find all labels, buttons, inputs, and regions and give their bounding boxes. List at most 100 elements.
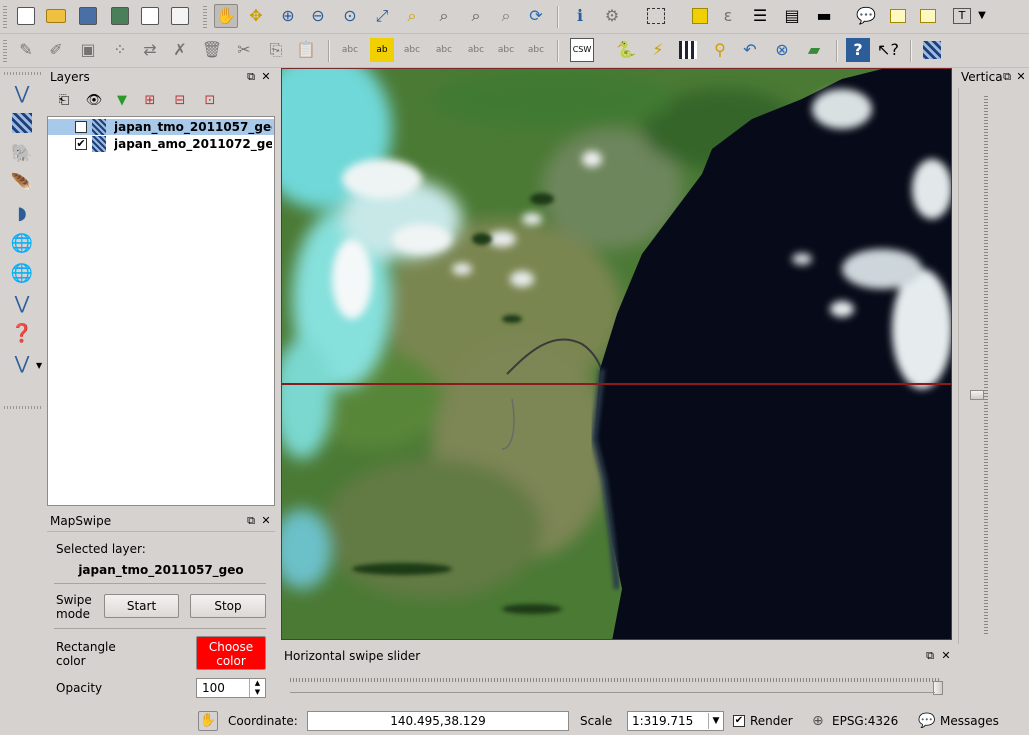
layer-visibility-checkbox[interactable]	[75, 121, 87, 133]
zoom-out-icon[interactable]: ⊖	[306, 4, 330, 28]
crs-button[interactable]: EPSG:4326	[832, 714, 898, 728]
new-bookmark-icon[interactable]	[886, 4, 910, 28]
spin-up-icon[interactable]: ▲	[249, 679, 265, 688]
move-feature-icon[interactable]: ⇄	[138, 38, 162, 62]
new-print-composer-icon[interactable]	[138, 4, 162, 28]
visibility-eye-icon[interactable]: 👁	[82, 88, 106, 112]
pin-label-icon[interactable]: abc	[400, 38, 424, 62]
toolbar-handle[interactable]	[3, 40, 7, 62]
export-icon[interactable]: ▰	[802, 38, 826, 62]
horizontal-slider-track[interactable]	[290, 678, 940, 682]
new-shapefile-layer-icon[interactable]: ⋁	[8, 350, 36, 376]
toggle-edit-icon[interactable]: ✎	[14, 38, 38, 62]
remove-layer-icon[interactable]: ⊡	[198, 88, 222, 112]
help-icon[interactable]: ?	[846, 38, 870, 62]
label-icon[interactable]: abc	[338, 38, 362, 62]
opacity-spinbox[interactable]: 100 ▲ ▼	[196, 678, 266, 698]
chevron-down-icon[interactable]: ▼	[36, 361, 42, 370]
map-tips-icon[interactable]: 💬	[854, 4, 878, 28]
coordinate-field[interactable]: 140.495,38.129	[307, 711, 569, 731]
pan-icon[interactable]: ✋	[214, 4, 238, 28]
rotate-label-icon[interactable]: abc	[494, 38, 518, 62]
add-wms-layer-icon[interactable]: 🌐	[8, 230, 36, 256]
action-icon[interactable]: ⚙	[600, 4, 624, 28]
qrcode-icon[interactable]	[676, 38, 700, 62]
float-panel-icon[interactable]: ⧉	[924, 649, 936, 663]
save-project-icon[interactable]	[76, 4, 100, 28]
plugin-wand-icon[interactable]: ⚡	[646, 38, 670, 62]
filter-icon[interactable]: ▼	[110, 88, 134, 112]
paste-icon[interactable]: 📋	[294, 38, 318, 62]
zoom-to-selection-icon[interactable]: ⌕	[400, 4, 424, 28]
toolbar-handle[interactable]	[4, 406, 42, 409]
close-icon[interactable]: ✕	[1015, 70, 1027, 84]
float-panel-icon[interactable]: ⧉	[245, 514, 257, 528]
close-icon[interactable]: ✕	[940, 649, 952, 663]
zoom-to-layer-icon[interactable]: ⌕	[432, 4, 456, 28]
identify-icon[interactable]: ℹ	[568, 4, 592, 28]
layer-row-japan-tmo[interactable]: japan_tmo_2011057_geo	[48, 119, 274, 135]
zoom-last-icon[interactable]: ⌕	[464, 4, 488, 28]
copy-icon[interactable]: ⎘	[264, 38, 288, 62]
save-as-icon[interactable]	[108, 4, 132, 28]
expand-all-icon[interactable]: ⊞	[138, 88, 162, 112]
spin-down-icon[interactable]: ▼	[249, 688, 265, 697]
toolbar-handle[interactable]	[3, 6, 7, 28]
vertical-slider-track[interactable]	[984, 96, 988, 636]
attribute-table-icon[interactable]: ☰	[748, 4, 772, 28]
stop-button[interactable]: Stop	[190, 594, 266, 618]
zoom-full-icon[interactable]: ⤢	[370, 4, 394, 28]
add-wfs-layer-icon[interactable]: ⋁	[8, 290, 36, 316]
whats-this-icon[interactable]: ↖?	[876, 38, 900, 62]
mapswipe-plugin-icon[interactable]	[920, 38, 944, 62]
add-wcs-layer-icon[interactable]: 🌐	[8, 260, 36, 286]
georeferencer-icon[interactable]: ⚲	[708, 38, 732, 62]
zoom-next-icon[interactable]: ⌕	[494, 4, 518, 28]
add-raster-layer-icon[interactable]	[8, 110, 36, 136]
add-feature-icon[interactable]: ⁘	[108, 38, 132, 62]
layer-visibility-checkbox[interactable]: ✔	[75, 138, 87, 150]
toolbar-handle[interactable]	[4, 72, 42, 75]
layers-tree[interactable]: japan_tmo_2011057_geo ✔ japan_amo_201107…	[47, 116, 275, 506]
show-label-icon[interactable]: abc	[432, 38, 456, 62]
composer-manager-icon[interactable]	[168, 4, 192, 28]
float-panel-icon[interactable]: ⧉	[1001, 70, 1013, 84]
pan-to-selection-icon[interactable]: ✥	[244, 4, 268, 28]
new-project-icon[interactable]	[14, 4, 38, 28]
layer-row-japan-amo[interactable]: ✔ japan_amo_2011072_geo	[48, 136, 274, 152]
map-canvas[interactable]	[281, 68, 952, 640]
refresh-icon[interactable]: ⟳	[524, 4, 548, 28]
label-highlight-icon[interactable]: ab	[370, 38, 394, 62]
csw-icon[interactable]: CSW	[570, 38, 594, 62]
add-mssql-layer-icon[interactable]: ◗	[8, 200, 36, 226]
save-edits-icon[interactable]: ▣	[76, 38, 100, 62]
add-delimited-text-layer-icon[interactable]: ❓	[8, 320, 36, 346]
undo-icon[interactable]: ↶	[738, 38, 762, 62]
choose-color-button[interactable]: Choose color	[196, 636, 266, 670]
zoom-in-icon[interactable]: ⊕	[276, 4, 300, 28]
globe-icon[interactable]: ⊕	[812, 713, 824, 729]
chevron-down-icon[interactable]: ▼	[708, 713, 723, 729]
collapse-all-icon[interactable]: ⊟	[168, 88, 192, 112]
close-icon[interactable]: ✕	[260, 70, 272, 84]
edit-pencil-icon[interactable]: ✐	[44, 38, 68, 62]
select-icon[interactable]	[644, 4, 668, 28]
toggle-coordinate-icon[interactable]: ✋	[198, 711, 218, 731]
chevron-down-icon[interactable]: ▼	[970, 4, 994, 28]
add-spatialite-layer-icon[interactable]: 🪶	[8, 170, 36, 196]
vertical-slider-handle[interactable]	[970, 390, 984, 400]
message-bubble-icon[interactable]: 💬	[918, 713, 935, 729]
toolbar-handle[interactable]	[203, 6, 207, 28]
layers-panel-title[interactable]: Layers	[47, 68, 275, 86]
add-group-icon[interactable]: ⎗	[52, 88, 76, 112]
delete-icon[interactable]: 🗑	[200, 38, 224, 62]
start-button[interactable]: Start	[104, 594, 179, 618]
scale-combobox[interactable]: 1:319.715 ▼	[627, 711, 724, 731]
vertical-panel-title[interactable]: Vertica	[958, 68, 1002, 86]
render-checkbox[interactable]: ✔	[733, 715, 745, 727]
measure-icon[interactable]: ▬	[812, 4, 836, 28]
add-postgis-layer-icon[interactable]: 🐘	[8, 140, 36, 166]
open-project-icon[interactable]	[44, 4, 68, 28]
close-icon[interactable]: ✕	[260, 514, 272, 528]
statistics-icon[interactable]: ▤	[780, 4, 804, 28]
